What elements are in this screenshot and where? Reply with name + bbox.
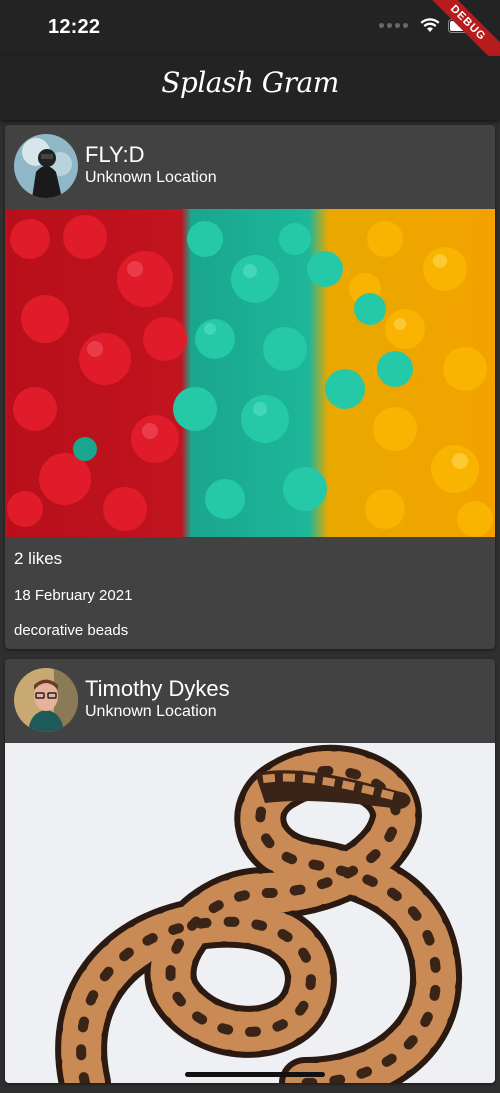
post-username[interactable]: FLY:D bbox=[85, 142, 145, 168]
feed[interactable]: FLY:D Unknown Location 2 likes 18 Februa… bbox=[5, 125, 495, 1093]
app-title: Splash Gram bbox=[161, 66, 339, 99]
post-photo[interactable] bbox=[5, 743, 495, 1083]
post-location: Unknown Location bbox=[85, 169, 217, 186]
post-card[interactable]: FLY:D Unknown Location 2 likes 18 Februa… bbox=[5, 125, 495, 649]
avatar[interactable] bbox=[14, 668, 78, 732]
status-bar: 12:22 DEBUG bbox=[0, 0, 500, 72]
post-date: 18 February 2021 bbox=[14, 587, 133, 604]
home-indicator[interactable] bbox=[185, 1072, 325, 1077]
post-header[interactable]: Timothy Dykes Unknown Location bbox=[5, 659, 495, 743]
wifi-icon bbox=[420, 18, 440, 32]
post-header[interactable]: FLY:D Unknown Location bbox=[5, 125, 495, 209]
avatar[interactable] bbox=[14, 134, 78, 198]
status-time: 12:22 bbox=[48, 16, 101, 38]
signal-dots-icon bbox=[379, 23, 408, 28]
post-username[interactable]: Timothy Dykes bbox=[85, 676, 230, 702]
post-location: Unknown Location bbox=[85, 703, 217, 720]
post-likes: 2 likes bbox=[14, 549, 63, 568]
post-card[interactable]: Timothy Dykes Unknown Location bbox=[5, 659, 495, 1083]
post-photo[interactable] bbox=[5, 209, 495, 537]
post-description: decorative beads bbox=[14, 622, 129, 639]
post-body: 2 likes 18 February 2021 decorative bead… bbox=[5, 537, 495, 649]
app-bar: Splash Gram bbox=[0, 56, 500, 120]
